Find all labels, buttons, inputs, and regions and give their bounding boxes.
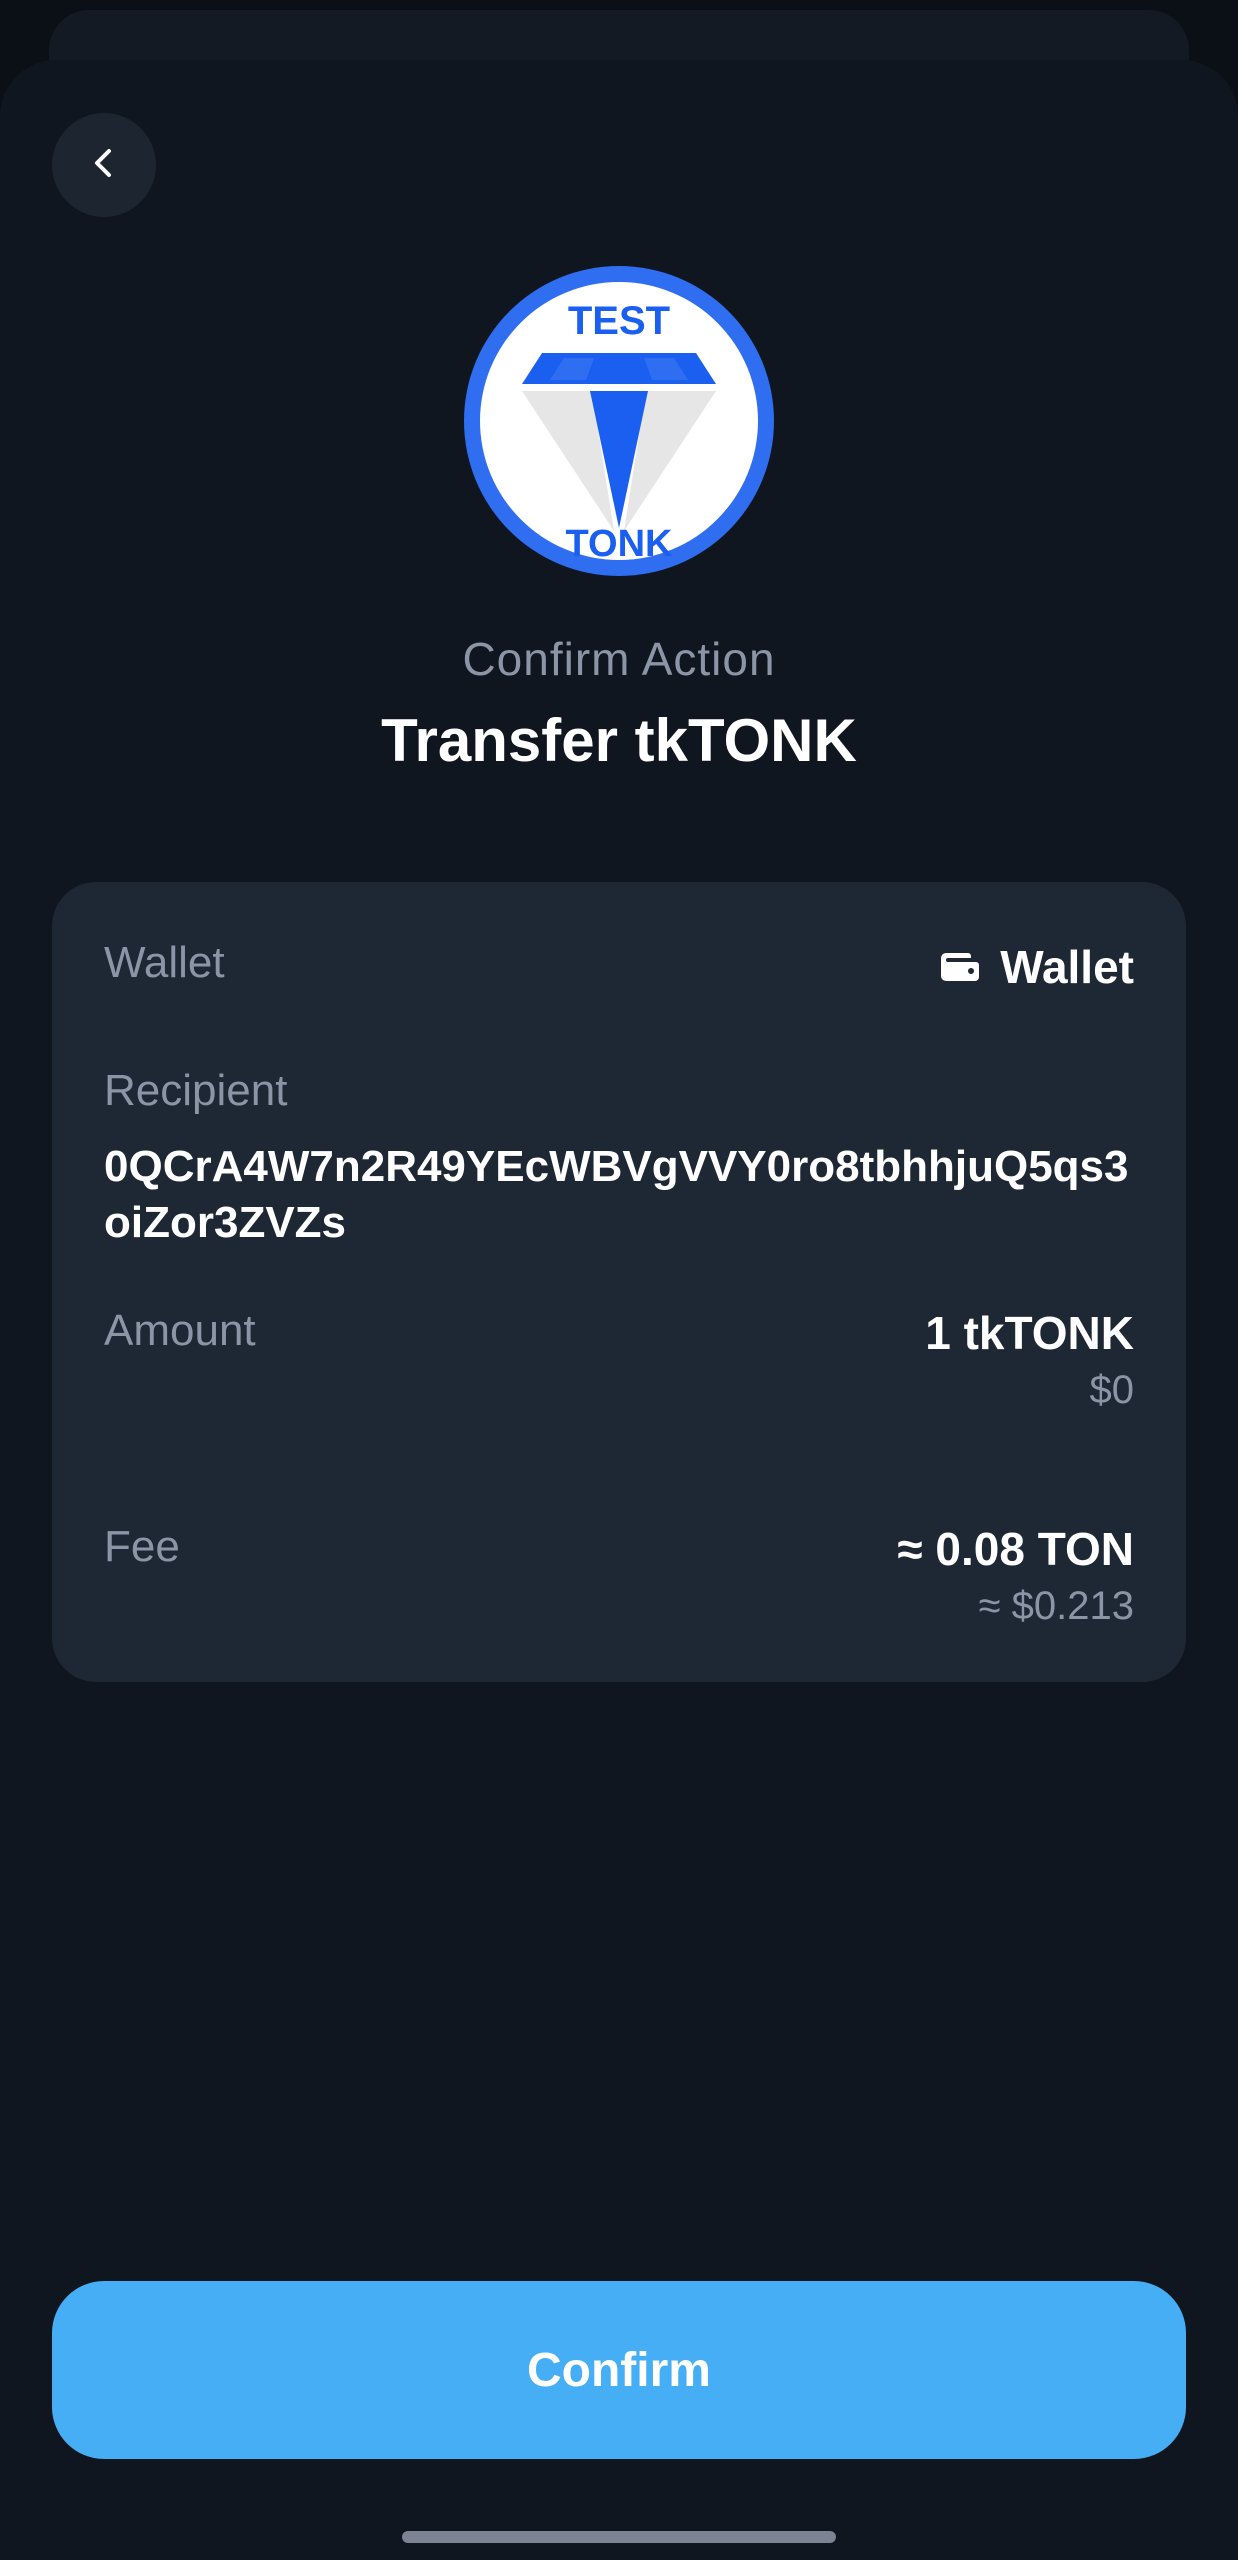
wallet-value: Wallet [940,940,1134,994]
recipient-address: 0QCrA4W7n2R49YEcWBVgVVY0ro8tbhhjuQ5qs3oi… [104,1142,1129,1247]
fee-fiat-value: ≈ $0.213 [978,1584,1134,1628]
fee-label: Fee [104,1522,180,1571]
amount-fiat-value: $0 [1089,1368,1135,1412]
confirm-button[interactable]: Confirm [52,2281,1186,2459]
wallet-icon [940,940,980,994]
fee-value: ≈ 0.08 TON [897,1523,1134,1575]
transaction-details-card: Wallet Wallet Recipient 0QCrA4W7n2R49YEc… [52,882,1186,1682]
page-title: Transfer tkTONK [381,707,857,774]
recipient-label: Recipient [104,1066,288,1115]
back-button[interactable] [52,113,156,217]
amount-value: 1 tkTONK [925,1307,1134,1359]
wallet-label: Wallet [104,938,225,987]
logo-top-text: TEST [568,299,670,343]
logo-bottom-text: TONK [566,523,674,565]
token-logo: TEST TONK [464,266,774,576]
wallet-name: Wallet [1000,941,1134,993]
confirm-action-subtitle: Confirm Action [462,633,776,685]
amount-label: Amount [104,1306,256,1355]
chevron-left-icon [84,143,124,188]
home-indicator [402,2531,836,2543]
